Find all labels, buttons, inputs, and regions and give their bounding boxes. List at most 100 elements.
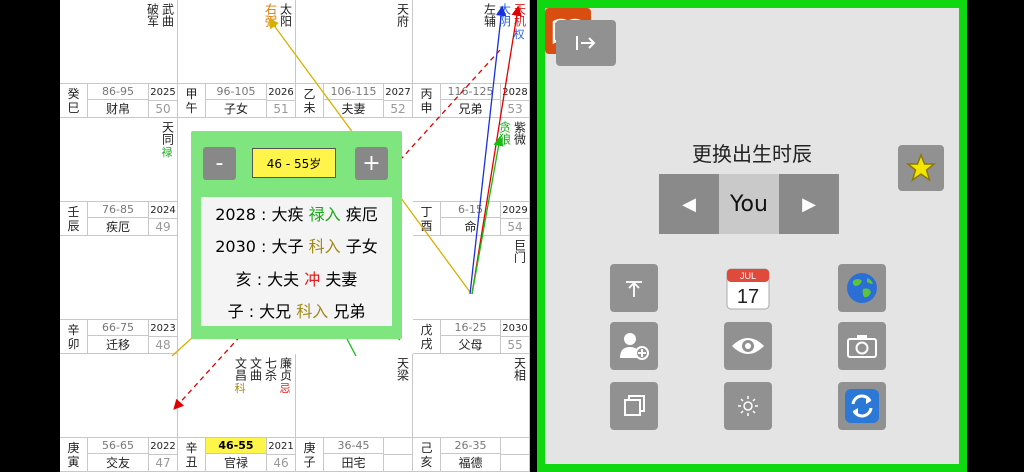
star: 贪狼 xyxy=(497,121,512,145)
view-button[interactable] xyxy=(724,322,772,370)
palace-cell-yin[interactable]: 庚 寅 56-65 交友 2022 47 xyxy=(60,354,178,472)
earthly-branch: 巳 xyxy=(67,100,80,115)
year: 2028 xyxy=(501,84,529,101)
palace-info-strip: 癸 巳 86-95 财帛 2025 50 xyxy=(60,83,177,117)
age-range: 36-45 xyxy=(324,438,383,454)
star: 巨门 xyxy=(512,239,527,263)
star-list: 巨门 xyxy=(512,239,527,263)
ganzhi: 己 亥 xyxy=(413,438,441,471)
age-range-label: 46 - 55岁 xyxy=(252,148,336,178)
brightness-button[interactable] xyxy=(724,382,772,430)
palace-name: 财帛 xyxy=(105,102,130,116)
globe-button[interactable] xyxy=(838,264,886,312)
star-name: 天同 xyxy=(160,121,175,145)
ganzhi: 庚 子 xyxy=(296,438,324,471)
palace-name: 官禄 xyxy=(223,456,248,470)
palace-cell-xu[interactable]: 巨门 戊 戌 16-25 父母 2030 55 xyxy=(413,236,530,354)
transform-target: 夫妻 xyxy=(320,269,358,289)
calendar-button[interactable]: JUL 17 xyxy=(724,264,772,312)
star-name: 右弼 xyxy=(263,3,278,27)
age xyxy=(501,455,529,471)
transform-line[interactable]: 亥 : 大夫 冲 夫妻 xyxy=(236,266,358,290)
panel-title: 更换出生时辰 xyxy=(692,142,812,166)
age xyxy=(384,455,412,471)
palace-cell-hai[interactable]: 天相 己 亥 26-35 福德 xyxy=(413,354,530,472)
palace-name: 疾厄 xyxy=(105,220,130,234)
palace-info-strip: 乙 未 106-115 夫妻 2027 52 xyxy=(296,83,412,117)
ganzhi: 壬 辰 xyxy=(60,202,88,235)
app-root: 武曲 破军 癸 巳 86-95 财帛 2025 50 太阳 右弼 甲 午 96-10… xyxy=(0,0,1024,472)
next-hour-button[interactable]: ▶ xyxy=(779,174,839,234)
age: 54 xyxy=(507,220,523,234)
exit-button[interactable] xyxy=(556,20,616,66)
transform-prefix: 2030 : 大子 xyxy=(215,237,309,257)
palace-cell-chou[interactable]: 廉贞忌七杀 文曲 文昌科 辛 丑 46-55 官禄 2021 46 xyxy=(178,354,296,472)
palace-cell-shen[interactable]: 天机权太阴 左辅 丙 申 116-125 兄弟 2028 53 xyxy=(413,0,530,118)
palace-name: 夫妻 xyxy=(341,102,366,116)
heavenly-stem: 戊 xyxy=(420,322,433,337)
palace-name: 父母 xyxy=(458,338,483,352)
star: 天机权 xyxy=(512,3,527,41)
increase-range-button[interactable]: + xyxy=(355,147,388,180)
palace-name: 福德 xyxy=(458,456,483,470)
palace-name: 子女 xyxy=(223,102,248,116)
star-list: 天相 xyxy=(512,357,527,381)
palace-cell-si[interactable]: 武曲 破军 癸 巳 86-95 财帛 2025 50 xyxy=(60,0,178,118)
age-range: 26-35 xyxy=(441,438,500,454)
year: 2029 xyxy=(501,202,529,219)
heavenly-stem: 甲 xyxy=(185,86,198,101)
prev-hour-button[interactable]: ◀ xyxy=(659,174,719,234)
refresh-icon xyxy=(845,389,879,423)
up-arrow-button[interactable] xyxy=(610,264,658,312)
palace-info-strip: 丙 申 116-125 兄弟 2028 53 xyxy=(413,83,529,117)
palace-cell-you[interactable]: 紫微 贪狼 丁 酉 6-15 命 2029 54 xyxy=(413,118,530,236)
palace-info-strip: 甲 午 96-105 子女 2026 51 xyxy=(178,83,295,117)
heavenly-stem: 辛 xyxy=(185,440,198,455)
palace-cell-chen[interactable]: 天同禄 壬 辰 76-85 疾厄 2024 49 xyxy=(60,118,178,236)
copy-button[interactable] xyxy=(610,382,658,430)
transform-line[interactable]: 2028 : 大疾 禄入 疾厄 xyxy=(215,201,377,225)
earthly-branch: 辰 xyxy=(67,218,80,233)
palace-info-strip: 戊 戌 16-25 父母 2030 55 xyxy=(413,319,529,353)
ganzhi: 辛 丑 xyxy=(178,438,206,471)
year: 2030 xyxy=(501,320,529,337)
heavenly-stem: 庚 xyxy=(303,440,316,455)
transform-type: 科入 xyxy=(308,237,341,257)
add-person-button[interactable] xyxy=(610,322,658,370)
refresh-button[interactable] xyxy=(838,382,886,430)
palace-name: 命 xyxy=(464,220,477,234)
transform-line[interactable]: 2030 : 大子 科入 子女 xyxy=(215,233,377,257)
ganzhi: 癸 巳 xyxy=(60,84,88,117)
transform-type: 科入 xyxy=(296,301,329,321)
heavenly-stem: 壬 xyxy=(67,204,80,219)
palace-cell-mao[interactable]: 辛 卯 66-75 迁移 2023 48 xyxy=(60,236,178,354)
palace-cell-wu[interactable]: 太阳 右弼 甲 午 96-105 子女 2026 51 xyxy=(178,0,296,118)
palace-name: 交友 xyxy=(105,456,130,470)
star-list: 紫微 贪狼 xyxy=(497,121,527,145)
age-range: 56-65 xyxy=(88,438,148,454)
star-list: 天梁 xyxy=(395,357,410,381)
star-name: 太阳 xyxy=(278,3,293,27)
star-list: 廉贞忌七杀 文曲 文昌科 xyxy=(233,357,293,395)
calendar-icon: JUL 17 xyxy=(726,268,770,310)
transform-target: 疾厄 xyxy=(340,205,378,225)
age-range: 6-15 xyxy=(441,202,500,218)
palace-info-strip: 壬 辰 76-85 疾厄 2024 49 xyxy=(60,201,177,235)
heavenly-stem: 庚 xyxy=(67,440,80,455)
transform-type: 禄入 xyxy=(308,205,341,225)
year: 2021 xyxy=(267,438,295,455)
transform-line[interactable]: 子 : 大兄 科入 兄弟 xyxy=(228,298,366,322)
arrow-up-icon xyxy=(626,281,642,297)
earthly-branch: 卯 xyxy=(67,336,80,351)
year: 2023 xyxy=(149,320,177,337)
ganzhi: 戊 戌 xyxy=(413,320,441,353)
camera-icon xyxy=(847,335,877,358)
screenshot-button[interactable] xyxy=(838,322,886,370)
palace-cell-zi[interactable]: 天梁 庚 子 36-45 田宅 xyxy=(296,354,413,472)
decrease-range-button[interactable]: - xyxy=(203,147,236,180)
palace-cell-wei[interactable]: 天府 乙 未 106-115 夫妻 2027 52 xyxy=(296,0,413,118)
age: 52 xyxy=(390,102,406,116)
age: 48 xyxy=(155,338,171,352)
age-range: 46-55 xyxy=(206,438,266,454)
transform-target: 兄弟 xyxy=(328,301,366,321)
